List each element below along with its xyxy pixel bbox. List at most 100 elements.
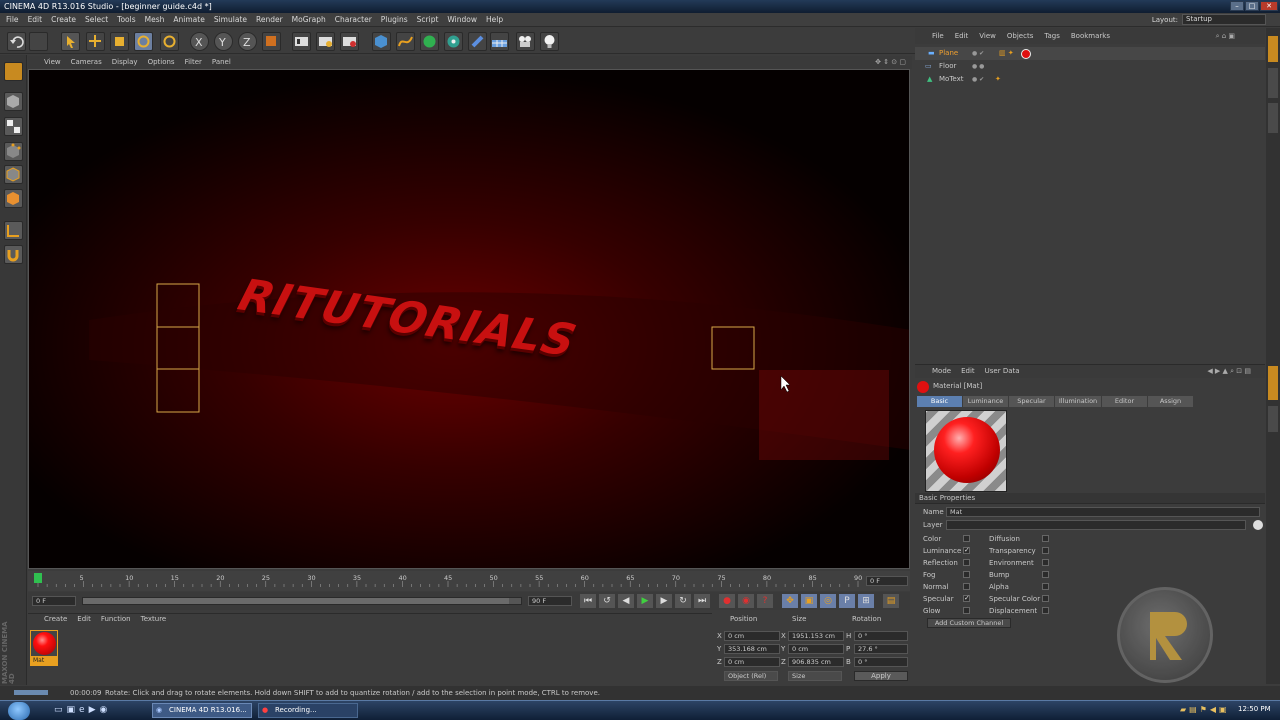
objmgr-menu-view[interactable]: View — [979, 28, 996, 44]
rot-b-field[interactable]: 0 ° — [854, 657, 908, 667]
polygons-mode-icon[interactable] — [4, 189, 23, 208]
render-view-icon[interactable] — [292, 32, 311, 51]
previous-key-icon[interactable]: ↺ — [599, 594, 615, 608]
taskbar-item-recording[interactable]: ● Recording... — [258, 703, 358, 718]
tray-display-icon[interactable]: ▣ — [1219, 705, 1227, 714]
object-row-motext[interactable]: ▲ MoText ● ✔ ✦ — [915, 73, 1265, 86]
camera-icon[interactable] — [516, 32, 535, 51]
taskbar-item-cinema4d[interactable]: ◉ CINEMA 4D R13.016... — [152, 703, 252, 718]
scale-icon[interactable] — [110, 32, 129, 51]
ie-icon[interactable]: e — [79, 705, 85, 715]
viewport-menu-display[interactable]: Display — [112, 56, 138, 69]
attr-nav-icons[interactable]: ◀ ▶ ▲ ⌕ ⊡ ▤ — [1207, 365, 1251, 378]
x-axis-lock-icon[interactable]: X — [190, 32, 209, 51]
pos-z-field[interactable]: 0 cm — [724, 657, 780, 667]
object-tag-icons[interactable]: ▥ ✦ — [999, 47, 1014, 60]
menu-select[interactable]: Select — [85, 15, 108, 24]
menu-mograph[interactable]: MoGraph — [292, 15, 326, 24]
axis-mode-icon[interactable] — [4, 221, 23, 240]
specular-checkbox[interactable]: ✓ — [963, 595, 970, 602]
tray-volume-icon[interactable]: ◀ — [1210, 705, 1216, 714]
menu-mesh[interactable]: Mesh — [145, 15, 165, 24]
viewport-menu-options[interactable]: Options — [148, 56, 175, 69]
tab-illumination[interactable]: Illumination — [1055, 396, 1101, 407]
pos-x-field[interactable]: 0 cm — [724, 631, 780, 641]
menu-file[interactable]: File — [6, 15, 19, 24]
matmgr-menu-create[interactable]: Create — [44, 615, 67, 623]
side-tab-layers[interactable] — [1268, 406, 1278, 432]
cube-object-icon[interactable] — [372, 32, 391, 51]
side-tab-structure[interactable] — [1268, 103, 1278, 133]
tray-flag-icon[interactable]: ⚑ — [1200, 705, 1207, 714]
coordinate-system-icon[interactable] — [262, 32, 281, 51]
viewport-menu-view[interactable]: View — [44, 56, 61, 69]
start-button-icon[interactable] — [8, 702, 30, 720]
redo-icon[interactable] — [29, 32, 48, 51]
tab-basic[interactable]: Basic — [917, 396, 962, 407]
key-rotation-icon[interactable]: ◎ — [820, 594, 836, 608]
next-frame-icon[interactable]: ▶ — [656, 594, 672, 608]
y-axis-lock-icon[interactable]: Y — [214, 32, 233, 51]
light-icon[interactable] — [540, 32, 559, 51]
render-settings-icon[interactable] — [340, 32, 359, 51]
objmgr-search-icon[interactable]: ⌕ ⌂ ▣ — [1216, 28, 1235, 44]
texture-mode-icon[interactable] — [4, 117, 23, 136]
key-position-icon[interactable]: ✥ — [782, 594, 798, 608]
objmgr-menu-objects[interactable]: Objects — [1007, 28, 1033, 44]
key-scale-icon[interactable]: ▣ — [801, 594, 817, 608]
side-tab-objects[interactable] — [1268, 36, 1278, 62]
viewport-nav-icons[interactable]: ✥ ⇕ ⊙ ▢ — [875, 56, 906, 69]
viewport-menu-filter[interactable]: Filter — [185, 56, 202, 69]
layer-picker-icon[interactable] — [1253, 520, 1263, 530]
tray-folder-icon[interactable]: ▰ — [1180, 705, 1186, 714]
make-editable-icon[interactable] — [4, 62, 23, 81]
subdivision-surface-icon[interactable] — [420, 32, 439, 51]
objmgr-menu-bookmarks[interactable]: Bookmarks — [1071, 28, 1110, 44]
layout-dropdown[interactable]: Startup — [1182, 14, 1266, 25]
viewport-menu-panel[interactable]: Panel — [212, 56, 231, 69]
key-parameter-icon[interactable]: P — [839, 594, 855, 608]
preview-range-slider[interactable] — [82, 597, 522, 605]
bump-checkbox[interactable] — [1042, 571, 1049, 578]
go-to-end-icon[interactable]: ⏭ — [694, 594, 710, 608]
environment-checkbox[interactable] — [1042, 559, 1049, 566]
tab-luminance[interactable]: Luminance — [963, 396, 1008, 407]
menu-tools[interactable]: Tools — [117, 15, 135, 24]
spline-icon[interactable] — [396, 32, 415, 51]
glow-checkbox[interactable] — [963, 607, 970, 614]
show-desktop-icon[interactable]: ▭ — [54, 705, 63, 715]
object-row-plane[interactable]: ▬ Plane ● ✔ ▥ ✦ — [915, 47, 1265, 60]
menu-plugins[interactable]: Plugins — [381, 15, 408, 24]
switch-windows-icon[interactable]: ▣ — [67, 705, 76, 715]
size-z-field[interactable]: 906.835 cm — [788, 657, 844, 667]
color-checkbox[interactable] — [963, 535, 970, 542]
keyframe-selection-icon[interactable]: ? — [757, 594, 773, 608]
objmgr-menu-edit[interactable]: Edit — [955, 28, 969, 44]
material-swatch[interactable]: Mat — [30, 630, 58, 666]
viewport-menu-cameras[interactable]: Cameras — [71, 56, 102, 69]
fog-checkbox[interactable] — [963, 571, 970, 578]
edges-mode-icon[interactable] — [4, 165, 23, 184]
menu-window[interactable]: Window — [447, 15, 477, 24]
next-key-icon[interactable]: ↻ — [675, 594, 691, 608]
object-visibility-icon[interactable]: ● ● — [972, 60, 984, 73]
points-mode-icon[interactable] — [4, 142, 23, 161]
perspective-viewport[interactable]: RITUTORIALS — [28, 69, 910, 569]
matmgr-menu-texture[interactable]: Texture — [141, 615, 167, 623]
object-row-floor[interactable]: ▭ Floor ● ● — [915, 60, 1265, 73]
recent-tool-icon[interactable] — [160, 32, 179, 51]
timeline-scheme-icon[interactable]: ▤ — [883, 594, 899, 608]
live-selection-icon[interactable] — [61, 32, 80, 51]
timeline-ruler[interactable]: 5 10 15 20 25 30 35 40 45 50 55 60 65 70 75 80 85 90 0 F — [28, 571, 910, 591]
rot-h-field[interactable]: 0 ° — [854, 631, 908, 641]
luminance-checkbox[interactable]: ✓ — [963, 547, 970, 554]
start-frame-field[interactable]: 0 F — [32, 596, 76, 606]
matmgr-menu-function[interactable]: Function — [101, 615, 131, 623]
undo-icon[interactable] — [7, 32, 26, 51]
object-visibility-icon[interactable]: ● ✔ — [972, 47, 984, 60]
side-tab-attributes[interactable] — [1268, 366, 1278, 400]
deformer-icon[interactable] — [468, 32, 487, 51]
model-mode-icon[interactable] — [4, 92, 23, 111]
material-preview[interactable] — [925, 410, 1007, 492]
pos-y-field[interactable]: 353.168 cm — [724, 644, 780, 654]
